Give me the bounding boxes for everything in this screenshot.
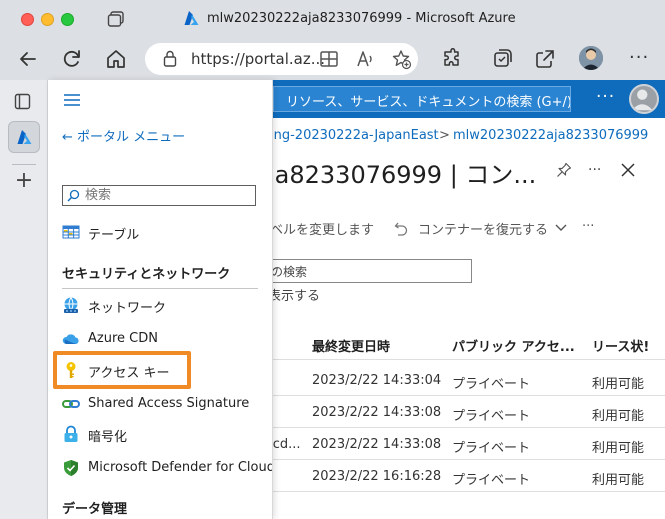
breadcrumb-resource-group[interactable]: ing-20230222a-JapanEast	[270, 128, 439, 143]
menu-search-input[interactable]	[85, 186, 253, 205]
breadcrumb-storage-account[interactable]: mlw20230222aja8233076999	[453, 128, 648, 143]
cell-public-access: プライベート	[452, 377, 531, 392]
command-more-button[interactable]: ···	[582, 219, 594, 234]
cell-public-access: プライベート	[452, 409, 531, 424]
url-text[interactable]: https://portal.az...	[191, 50, 325, 68]
menu-item-label: テーブル	[88, 228, 140, 243]
chevron-down-icon[interactable]	[555, 224, 567, 232]
restore-container-button[interactable]: コンテナーを復元する	[418, 219, 548, 238]
network-icon	[64, 297, 78, 313]
home-icon[interactable]	[104, 47, 128, 71]
split-screen-icon[interactable]	[317, 47, 341, 71]
pin-icon[interactable]	[556, 162, 572, 178]
close-icon[interactable]	[621, 163, 635, 177]
table-row[interactable]: 2023/2/22 16:16:28 プライベート 利用可能	[268, 460, 665, 492]
section-heading-security: セキュリティとネットワーク	[62, 267, 231, 282]
section-divider	[62, 288, 258, 289]
table-icon	[62, 225, 80, 239]
table-header-row: 最終変更日時 パブリック アクセ... リース状!	[268, 330, 665, 360]
menu-item-defender-for-cloud[interactable]: Microsoft Defender for Cloud	[62, 458, 272, 480]
refresh-icon[interactable]	[60, 47, 84, 71]
cell-lease-state: 利用可能	[592, 409, 645, 424]
hamburger-menu-icon[interactable]	[64, 94, 80, 106]
global-search-input[interactable]: リソース、サービス、ドキュメントの検索 (G+/)	[273, 86, 571, 112]
menu-item-label: Microsoft Defender for Cloud	[88, 460, 273, 475]
change-access-level-button[interactable]: ベルを変更します	[270, 219, 374, 238]
cell-lease-state: 利用可能	[592, 441, 645, 456]
azure-tab[interactable]	[8, 121, 40, 153]
menu-item-label: Shared Access Signature	[88, 396, 250, 411]
column-header-last-modified[interactable]: 最終変更日時	[312, 336, 390, 355]
title-more-button[interactable]: ···	[588, 162, 601, 178]
extensions-icon[interactable]	[440, 47, 464, 71]
cell-lease-state: 利用可能	[592, 377, 645, 392]
table-row[interactable]: -cd... 2023/2/22 14:33:08 プライベート 利用可能	[268, 428, 665, 460]
menu-item-shared-access-signature[interactable]: Shared Access Signature	[62, 394, 262, 416]
menu-item-label: アクセス キー	[88, 366, 170, 381]
profile-avatar[interactable]	[579, 46, 603, 70]
undo-icon	[394, 222, 408, 236]
menu-item-encryption[interactable]: 暗号化	[62, 424, 262, 446]
sidebar-divider	[12, 164, 36, 165]
page-title: ja8233076999 | コン...	[268, 161, 537, 189]
collections-icon[interactable]	[490, 47, 514, 71]
profile-photo-icon	[579, 46, 603, 70]
table-row[interactable]: 2023/2/22 14:33:08 プライベート 利用可能	[268, 396, 665, 428]
tab-actions-icon[interactable]	[107, 11, 125, 27]
defender-shield-icon	[64, 460, 78, 476]
cell-public-access: プライベート	[452, 473, 531, 488]
close-window-button[interactable]	[21, 13, 34, 26]
column-header-public-access[interactable]: パブリック アクセ...	[452, 336, 575, 355]
back-to-portal-menu-link[interactable]: ← ポータル メニュー	[62, 126, 185, 145]
portal-menu-flyout: ← ポータル メニュー テーブル セキュリティとネットワーク ネットワーク	[48, 80, 273, 519]
table-row[interactable]: 2023/2/22 14:33:04 プライベート 利用可能	[268, 364, 665, 396]
back-icon[interactable]	[16, 47, 40, 71]
menu-item-networking[interactable]: ネットワーク	[62, 295, 262, 317]
cell-last-modified: 2023/2/22 14:33:08	[312, 437, 442, 452]
browser-title-bar: mlw20230222aja8233076999 - Microsoft Azu…	[0, 0, 665, 38]
lock-icon[interactable]	[163, 50, 177, 67]
header-more-button[interactable]: ···	[596, 87, 615, 107]
back-link-label: ポータル メニュー	[77, 130, 186, 145]
cdn-cloud-icon	[62, 334, 79, 344]
browser-menu-button[interactable]: ···	[629, 47, 649, 68]
edge-vertical-tabs: +	[0, 80, 48, 519]
menu-item-tables[interactable]: テーブル	[62, 222, 262, 244]
maximize-window-button[interactable]	[61, 13, 74, 26]
window-title: mlw20230222aja8233076999 - Microsoft Azu…	[207, 11, 516, 26]
key-icon	[66, 362, 76, 378]
menu-item-access-keys[interactable]: アクセス キー	[62, 360, 262, 382]
share-icon[interactable]	[533, 47, 557, 71]
menu-item-label: Azure CDN	[88, 331, 158, 346]
tab-panel-icon[interactable]	[14, 93, 31, 110]
show-deleted-containers-label[interactable]: 表示する	[268, 285, 320, 304]
read-aloud-icon[interactable]	[353, 47, 377, 71]
lock-icon	[64, 425, 78, 442]
cell-last-modified: 2023/2/22 16:16:28	[312, 469, 442, 484]
back-arrow-icon: ←	[62, 130, 78, 145]
address-bar[interactable]: https://portal.az...	[145, 43, 418, 75]
azure-logo-icon	[184, 11, 199, 25]
menu-item-azure-cdn[interactable]: Azure CDN	[62, 329, 262, 351]
cell-lease-state: 利用可能	[592, 473, 645, 488]
section-heading-data-management: データ管理	[62, 502, 128, 517]
link-chain-icon	[62, 400, 80, 408]
browser-toolbar: https://portal.az...	[0, 38, 665, 80]
minimize-window-button[interactable]	[41, 13, 54, 26]
container-filter-input[interactable]: の検索	[268, 259, 472, 283]
account-avatar[interactable]	[629, 84, 659, 114]
breadcrumb-separator: >	[439, 128, 450, 143]
menu-item-label: 暗号化	[88, 430, 128, 445]
column-header-lease-state[interactable]: リース状!	[592, 336, 649, 355]
menu-item-label: ネットワーク	[88, 301, 167, 316]
search-icon	[67, 189, 80, 202]
add-favorite-icon[interactable]	[389, 47, 413, 71]
user-avatar-icon	[631, 89, 653, 111]
cell-public-access: プライベート	[452, 441, 531, 456]
cell-last-modified: 2023/2/22 14:33:04	[312, 373, 442, 388]
menu-search-box[interactable]	[62, 185, 256, 206]
cell-last-modified: 2023/2/22 14:33:08	[312, 405, 442, 420]
new-tab-plus-icon[interactable]: +	[12, 168, 36, 193]
azure-logo-icon	[17, 130, 32, 144]
